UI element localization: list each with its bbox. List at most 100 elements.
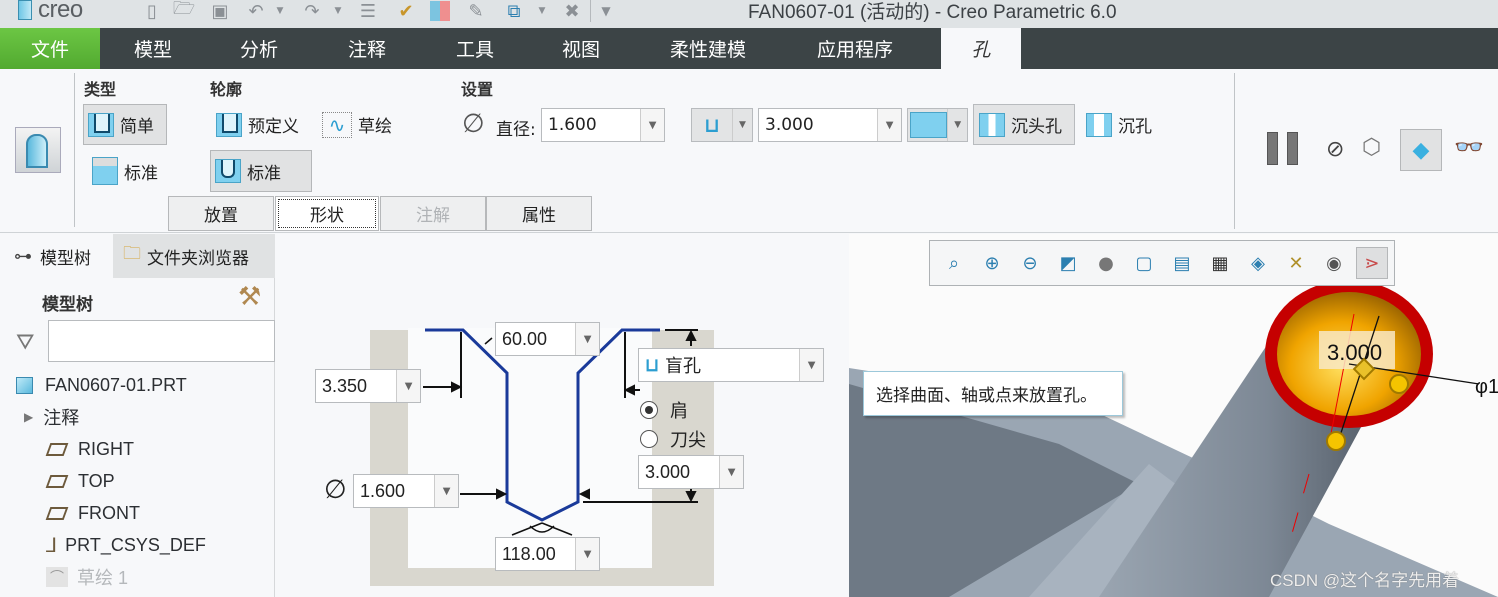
shoulder-depth-combo[interactable]: 3.350 ▼ [315, 369, 421, 403]
diameter-input[interactable]: 1.600 [354, 475, 434, 507]
tab-folder-browser[interactable]: 🗀 文件夹浏览器 [113, 234, 275, 278]
chevron-down-icon[interactable]: ▼ [575, 538, 599, 570]
shoulder-depth-input[interactable]: 3.350 [316, 370, 396, 402]
tab-model-tree[interactable]: ⊶ 模型树 [0, 234, 113, 278]
chevron-down-icon[interactable]: ▼ [719, 456, 743, 488]
tab-hole[interactable]: 孔 [941, 28, 1021, 69]
regenerate-icon[interactable]: ☰ [356, 0, 380, 22]
subtab-notes[interactable]: 注解 [380, 196, 486, 231]
tip-angle-combo[interactable]: 118.00 ▼ [495, 537, 600, 571]
tree-filter-input[interactable] [48, 320, 275, 362]
depth-combo[interactable]: 3.000 ▼ [638, 455, 744, 489]
tree-item-sketch[interactable]: ⌒ 草绘 1 [46, 562, 128, 592]
datum-display-icon[interactable]: ✕ [1280, 247, 1312, 279]
chevron-down-icon[interactable]: ▼ [877, 109, 901, 141]
depth-option-button[interactable]: ⊔ ▼ [691, 108, 753, 142]
predefined-profile-button[interactable]: 预定义 [212, 104, 303, 145]
tab-file[interactable]: 文件 [0, 28, 100, 69]
close-window-icon[interactable]: ✖ [560, 0, 584, 22]
depth-type-value[interactable]: ⊔ 盲孔 [639, 349, 799, 381]
refit-icon[interactable]: ⌕ [938, 247, 970, 279]
depth-combo[interactable]: 3.000 ▼ [758, 108, 902, 142]
standard-profile-button[interactable]: 标准 [210, 150, 312, 192]
annotation-display-icon[interactable]: ◉ [1318, 247, 1350, 279]
pause-button[interactable] [1267, 132, 1301, 166]
tree-item-front[interactable]: FRONT [45, 498, 140, 528]
simple-hole-button[interactable]: 简单 [83, 104, 167, 145]
radio-checked-icon[interactable] [640, 401, 658, 419]
expand-icon[interactable]: ▶ [24, 410, 33, 424]
verify-icon[interactable]: ⬡ [1362, 135, 1381, 160]
zoom-out-icon[interactable]: ⊖ [1014, 247, 1046, 279]
chevron-down-icon[interactable]: ▼ [434, 475, 458, 507]
tab-applications[interactable]: 应用程序 [800, 28, 910, 69]
subtab-placement[interactable]: 放置 [168, 196, 274, 231]
tip-angle-input[interactable]: 118.00 [496, 538, 575, 570]
redo-icon[interactable]: ↷ [300, 0, 324, 22]
tab-tools[interactable]: 工具 [432, 28, 518, 69]
depth-input[interactable]: 3.000 [759, 109, 877, 141]
chevron-down-icon[interactable]: ▼ [947, 109, 967, 141]
display-style-icon[interactable]: ● [1090, 247, 1122, 279]
tree-item-part[interactable]: FAN0607-01.PRT [16, 370, 187, 400]
repaint-icon[interactable]: ◩ [1052, 247, 1084, 279]
radio-tip[interactable]: 刀尖 [640, 426, 706, 452]
new-icon[interactable]: ▯ [140, 0, 164, 22]
customize-icon[interactable]: ▼ [594, 0, 618, 22]
settings-tools-icon[interactable]: ⚒ [238, 282, 261, 312]
perspective-icon[interactable]: ▦ [1204, 247, 1236, 279]
section-icon[interactable]: ◈ [1242, 247, 1274, 279]
drag-handle[interactable] [1389, 374, 1409, 394]
spin-center-icon[interactable]: ⋗ [1356, 247, 1388, 279]
diameter-combo[interactable]: 1.600 ▼ [541, 108, 665, 142]
view-manager-icon[interactable]: ▤ [1166, 247, 1198, 279]
drag-handle[interactable] [1326, 431, 1346, 451]
edit-icon[interactable]: ✎ [464, 0, 488, 22]
tab-model[interactable]: 模型 [110, 28, 196, 69]
chevron-down-icon[interactable]: ▼ [732, 109, 752, 141]
no-preview-icon[interactable]: ⊘ [1326, 137, 1344, 162]
depth-type-combo[interactable]: ⊔ 盲孔 ▼ [638, 348, 824, 382]
tree-item-csys[interactable]: ⅃ PRT_CSYS_DEF [46, 530, 206, 560]
sketch-profile-button[interactable]: ∿ 草绘 [318, 104, 396, 145]
preview-button[interactable]: ◆ [1400, 129, 1442, 171]
drill-point-button[interactable]: ▼ [907, 108, 968, 142]
regen-manager-icon[interactable]: ✔ [394, 0, 418, 22]
chevron-down-icon[interactable]: ▼ [799, 349, 823, 381]
diameter-combo[interactable]: 1.600 ▼ [353, 474, 459, 508]
tree-item-right[interactable]: RIGHT [45, 434, 134, 464]
diameter-dimension-label[interactable]: φ1 [1475, 376, 1498, 398]
top-angle-input[interactable]: 60.00 [496, 323, 575, 355]
subtab-properties[interactable]: 属性 [486, 196, 592, 231]
save-icon[interactable]: ▣ [208, 0, 232, 22]
undo-dropdown-icon[interactable]: ▼ [268, 0, 292, 22]
chevron-down-icon[interactable]: ▼ [640, 109, 664, 141]
depth-dimension-label[interactable]: 3.000 [1327, 340, 1382, 365]
undo-icon[interactable]: ↶ [244, 0, 268, 22]
countersink-button[interactable]: 沉头孔 [973, 104, 1075, 145]
diameter-input[interactable]: 1.600 [542, 109, 640, 141]
tree-item-annotations[interactable]: ▶ 注释 [24, 402, 79, 432]
top-angle-combo[interactable]: 60.00 ▼ [495, 322, 600, 356]
windows-icon[interactable] [428, 0, 452, 22]
standard-hole-button[interactable]: 标准 [88, 153, 162, 189]
radio-shoulder[interactable]: 肩 [640, 397, 688, 423]
open-icon[interactable]: 🗁 [172, 0, 196, 22]
subtab-shape[interactable]: 形状 [275, 196, 379, 231]
chevron-down-icon[interactable]: ▼ [396, 370, 420, 402]
tree-item-top[interactable]: TOP [45, 466, 115, 496]
counterbore-button[interactable]: 沉孔 [1082, 104, 1156, 145]
saved-orientations-icon[interactable]: ▢ [1128, 247, 1160, 279]
depth-input[interactable]: 3.000 [639, 456, 719, 488]
switch-window-dropdown-icon[interactable]: ▼ [530, 0, 554, 22]
tab-annotate[interactable]: 注释 [324, 28, 410, 69]
zoom-in-icon[interactable]: ⊕ [976, 247, 1008, 279]
tab-flexible-modeling[interactable]: 柔性建模 [656, 28, 760, 69]
switch-window-icon[interactable]: ⧉ [502, 0, 526, 22]
glasses-icon[interactable]: 👓 [1454, 133, 1484, 161]
radio-unchecked-icon[interactable] [640, 430, 658, 448]
tab-analysis[interactable]: 分析 [216, 28, 302, 69]
redo-dropdown-icon[interactable]: ▼ [326, 0, 350, 22]
chevron-down-icon[interactable]: ▼ [575, 323, 599, 355]
tab-view[interactable]: 视图 [538, 28, 624, 69]
